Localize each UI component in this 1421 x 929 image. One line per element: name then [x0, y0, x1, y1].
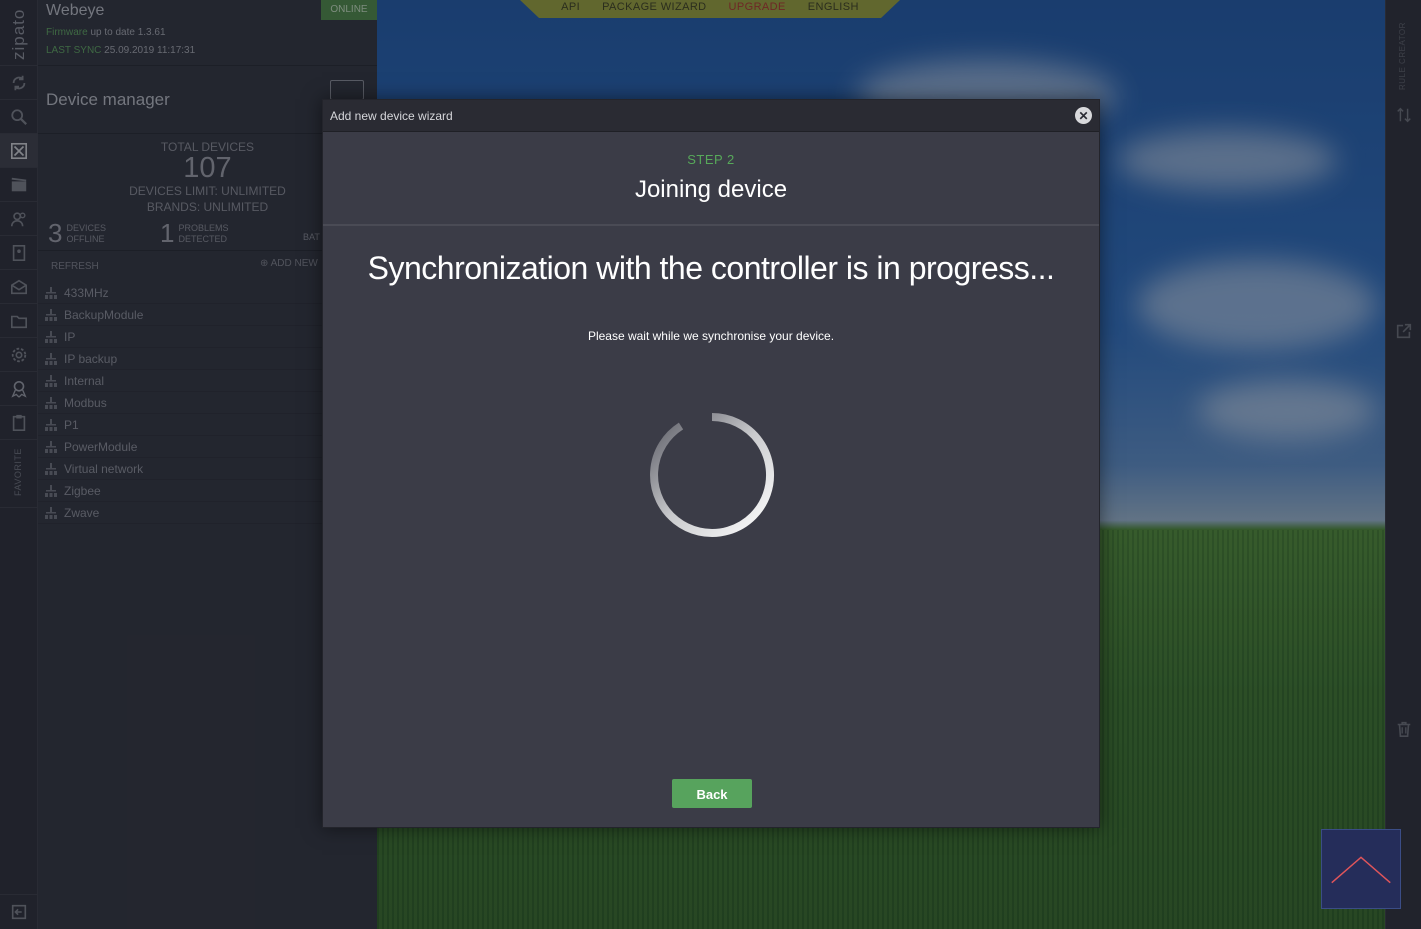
- search-icon[interactable]: [0, 100, 38, 134]
- contacts-icon[interactable]: [0, 236, 38, 270]
- chevron-up-icon: [1331, 856, 1391, 884]
- sync-icon[interactable]: [0, 66, 38, 100]
- step-title: Joining device: [634, 176, 788, 203]
- refresh-button[interactable]: REFRESH: [51, 261, 99, 272]
- files-icon[interactable]: [0, 304, 38, 338]
- network-icon: [38, 352, 64, 365]
- loading-spinner-icon: [650, 413, 774, 537]
- brand-text: zipato: [9, 8, 28, 60]
- messages-icon[interactable]: [0, 270, 38, 304]
- network-icon: [38, 506, 64, 519]
- device-manager-icon[interactable]: [0, 134, 38, 168]
- settings-icon[interactable]: [0, 338, 38, 372]
- wizard-step-header: STEP 2 Joining device: [323, 132, 1099, 226]
- sort-icon[interactable]: [1386, 106, 1421, 124]
- favorite-label: FAVORITE: [13, 448, 23, 496]
- controller-header: Webeye Firmware up to date 1.3.61 LAST S…: [38, 0, 377, 66]
- cloud: [1197, 380, 1377, 440]
- cloud: [1137, 260, 1377, 350]
- network-icon: [38, 330, 64, 343]
- network-icon: [38, 308, 64, 321]
- online-badge: ONLINE: [321, 0, 377, 20]
- logout-icon[interactable]: [0, 894, 38, 929]
- network-icon: [38, 418, 64, 431]
- external-link-icon[interactable]: [1386, 322, 1421, 340]
- sync-heading: Synchronization with the controller is i…: [367, 250, 1055, 286]
- problems-detected[interactable]: 1 PROBLEMS DETECTED: [160, 218, 228, 249]
- rules-icon[interactable]: [0, 372, 38, 406]
- last-sync: LAST SYNC 25.09.2019 11:17:31: [46, 45, 196, 56]
- nav-api[interactable]: API: [561, 1, 580, 13]
- scenes-icon[interactable]: [0, 168, 38, 202]
- trash-icon[interactable]: [1386, 720, 1421, 738]
- nav-language[interactable]: ENGLISH: [808, 1, 859, 13]
- tools-button[interactable]: [330, 80, 364, 100]
- top-nav: API PACKAGE WIZARD UPGRADE ENGLISH: [520, 0, 900, 18]
- close-icon: ✕: [1078, 108, 1089, 123]
- icon-rail: zipato FAVORITE: [0, 0, 38, 929]
- right-rail: RULE CREATOR: [1385, 0, 1421, 929]
- network-icon: [38, 286, 64, 299]
- brand-logo: zipato: [0, 0, 38, 66]
- add-new-button[interactable]: ⊕ ADD NEW: [260, 258, 318, 269]
- page-title: Device manager: [46, 90, 170, 109]
- back-button[interactable]: Back: [672, 779, 752, 808]
- clipboard-icon[interactable]: [0, 406, 38, 440]
- cloud: [1117, 130, 1337, 190]
- devices-offline[interactable]: 3 DEVICES OFFLINE: [48, 218, 106, 249]
- controller-name[interactable]: Webeye: [46, 2, 104, 20]
- users-icon[interactable]: [0, 202, 38, 236]
- nav-package-wizard[interactable]: PACKAGE WIZARD: [602, 1, 706, 13]
- network-icon: [38, 374, 64, 387]
- network-icon: [38, 440, 64, 453]
- step-number: STEP 2: [687, 152, 735, 167]
- network-icon: [38, 484, 64, 497]
- network-icon: [38, 462, 64, 475]
- nav-upgrade[interactable]: UPGRADE: [729, 1, 786, 13]
- sync-message: Please wait while we synchronise your de…: [587, 329, 835, 343]
- scroll-to-top-button[interactable]: [1321, 829, 1401, 909]
- close-button[interactable]: ✕: [1075, 107, 1092, 124]
- dialog-title: Add new device wizard: [330, 109, 453, 123]
- firmware-status: Firmware up to date 1.3.61: [46, 27, 166, 38]
- add-device-wizard-dialog: Add new device wizard ✕ STEP 2 Joining d…: [322, 99, 1100, 828]
- rule-creator-label[interactable]: RULE CREATOR: [1398, 22, 1407, 90]
- battery-stat[interactable]: BAT: [303, 232, 320, 243]
- network-icon: [38, 396, 64, 409]
- dialog-header: Add new device wizard ✕: [323, 100, 1099, 132]
